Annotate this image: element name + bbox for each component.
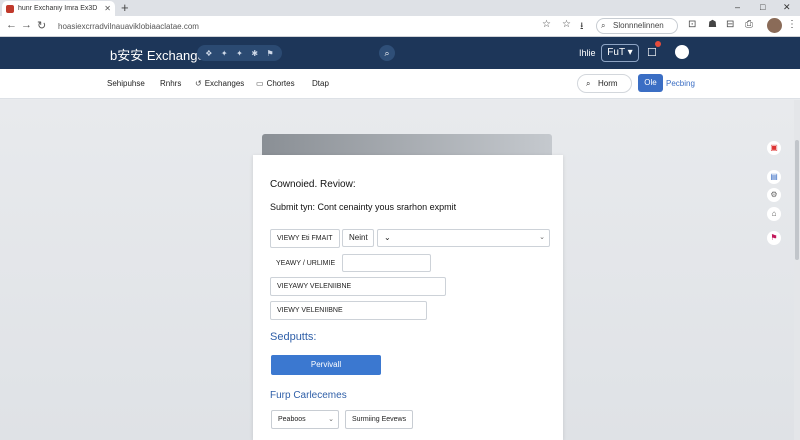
- field-label-vel2[interactable]: VIEWY VELENIIBNE: [270, 301, 427, 320]
- maximize-button[interactable]: □: [760, 0, 765, 14]
- quicklink-icon[interactable]: ⚑: [267, 49, 274, 58]
- summary-reviews-button[interactable]: Surmiing Eevews: [345, 410, 414, 429]
- back-icon[interactable]: ←: [6, 19, 17, 31]
- quicklink-icon[interactable]: ✦: [221, 49, 228, 58]
- bell-icon[interactable]: [675, 45, 689, 59]
- preferences-select[interactable]: Peaboos ⌄: [271, 410, 339, 429]
- submit-button[interactable]: Pervivall: [271, 355, 381, 375]
- menu-icon[interactable]: ⋮: [787, 19, 797, 30]
- clip-icon[interactable]: ▣: [767, 141, 781, 155]
- subnav-link[interactable]: Pecbing: [666, 79, 695, 88]
- address-bar[interactable]: hoasiexcrradvilnauaviklobiaaclatae.com: [58, 19, 538, 34]
- subnav-label: Chortes: [266, 79, 295, 88]
- card-subtitle: Submit tyn: Cont cenainty yous srarhon e…: [270, 202, 457, 212]
- minimize-button[interactable]: –: [735, 0, 740, 14]
- subnav-search[interactable]: ⌕ Horm: [577, 74, 632, 93]
- subnav-primary-button[interactable]: Ole: [638, 74, 663, 92]
- subnav-label: Sehipuhse: [107, 79, 145, 88]
- section-heading-preferences: Furp Carlecemes: [270, 390, 347, 401]
- exchange-icon: ↺: [195, 79, 202, 88]
- header-account-dropdown[interactable]: FuT ▾: [601, 44, 639, 62]
- user-avatar[interactable]: [767, 18, 782, 33]
- page-scrollbar[interactable]: [794, 100, 800, 440]
- new-tab-button[interactable]: +: [121, 0, 129, 16]
- background-photo: [262, 134, 552, 156]
- tab-close-icon[interactable]: ✕: [104, 4, 111, 13]
- tab-title: hunr Exchaniy Imra Ex3D: [18, 5, 98, 12]
- subnav-item-exchanges[interactable]: ↺ Exchanges: [195, 79, 244, 88]
- browser-tab[interactable]: hunr Exchaniy Imra Ex3D ✕: [2, 1, 115, 16]
- site-favicon: [6, 4, 14, 13]
- field-label-format: VIEWY Eti FMAIT: [270, 229, 340, 248]
- toolbar-search[interactable]: ⌕ Slonnnelinnen: [596, 18, 678, 34]
- subnav-item-dtap[interactable]: Dtap: [312, 79, 329, 88]
- search-icon: ⌕: [586, 79, 591, 88]
- doc-icon[interactable]: ▤: [767, 170, 781, 184]
- chevron-down-icon: ⌄: [328, 416, 334, 423]
- browser-toolbar: ← → ↻ hoasiexcrradvilnauaviklobiaaclatae…: [0, 16, 800, 37]
- review-form-card: Cownoied. Reviow: Submit tyn: Cont cenai…: [253, 155, 563, 440]
- preferences-select-label: Peaboos: [278, 416, 306, 423]
- format-input[interactable]: Neint: [342, 229, 374, 247]
- chevron-down-icon: ▾: [627, 47, 633, 58]
- subnav-item-rnhrs[interactable]: Rnhrs: [160, 79, 181, 88]
- search-icon: ⌕: [601, 21, 606, 30]
- select-caret-icon: ⌄: [539, 234, 545, 241]
- chart-icon: ▭: [256, 79, 264, 88]
- site-header: b安安 Exchange ❖ ✦ ✦ ✱ ⚑ ⌕ Ihlie FuT ▾ ☐: [0, 37, 800, 69]
- account-dropdown-label: FuT: [607, 47, 625, 58]
- flag-icon[interactable]: ⚑: [767, 231, 781, 245]
- field-label-vel1[interactable]: VIEYAWY VELENIIBNE: [270, 277, 446, 296]
- subnav-label: Exchanges: [204, 79, 245, 88]
- format-select[interactable]: ⌄ ⌄: [377, 229, 550, 247]
- home-icon[interactable]: ⌂: [767, 207, 781, 221]
- close-window-button[interactable]: ✕: [783, 0, 791, 14]
- site-logo[interactable]: b安安 Exchange: [110, 45, 205, 64]
- browser-tabstrip: hunr Exchaniy Imra Ex3D ✕ + – □ ✕: [0, 0, 800, 16]
- subnav-search-label: Horm: [598, 79, 618, 88]
- star-icon[interactable]: ☆: [562, 19, 571, 30]
- card-title: Cownoied. Reviow:: [270, 179, 356, 190]
- subnav-item-sehipuhse[interactable]: Sehipuhse: [107, 79, 145, 88]
- quicklink-icon[interactable]: ✦: [236, 49, 243, 58]
- header-user-label: Ihlie: [579, 48, 596, 58]
- gear-icon[interactable]: ⚙: [767, 188, 781, 202]
- subnav-label: Dtap: [312, 79, 329, 88]
- header-search-icon[interactable]: ⌕: [379, 45, 395, 61]
- subnav-label: Rnhrs: [160, 79, 182, 88]
- toolbar-search-label: Slonnnelinnen: [613, 21, 664, 30]
- extension-icon[interactable]: ⊡: [688, 19, 696, 30]
- header-quicklinks: ❖ ✦ ✦ ✱ ⚑: [197, 45, 282, 61]
- field-label-url: YEAWY / URLIMIE: [276, 260, 336, 267]
- share-icon[interactable]: ⎙: [745, 19, 753, 30]
- chat-icon[interactable]: ☐: [647, 46, 657, 59]
- forward-icon[interactable]: →: [21, 19, 32, 31]
- bookmark-star-icon[interactable]: ☆: [542, 19, 551, 30]
- profile-icon[interactable]: ☗: [708, 19, 717, 30]
- section-heading-outputs: Sedputts:: [270, 331, 317, 343]
- reload-icon[interactable]: ↻: [37, 19, 46, 32]
- notification-badge: [655, 41, 661, 47]
- download-icon[interactable]: ⭳: [580, 19, 584, 36]
- quicklink-icon[interactable]: ✱: [251, 49, 258, 58]
- quicklink-icon[interactable]: ❖: [205, 49, 212, 58]
- chevron-down-icon: ⌄: [384, 233, 391, 242]
- url-input[interactable]: [342, 254, 431, 272]
- scrollbar-thumb[interactable]: [795, 140, 799, 260]
- sidebar-icon[interactable]: ⊟: [726, 19, 734, 30]
- sub-navigation: Sehipuhse Rnhrs ↺ Exchanges ▭ Chortes Dtap…: [0, 69, 800, 99]
- subnav-item-chortes[interactable]: ▭ Chortes: [256, 79, 295, 88]
